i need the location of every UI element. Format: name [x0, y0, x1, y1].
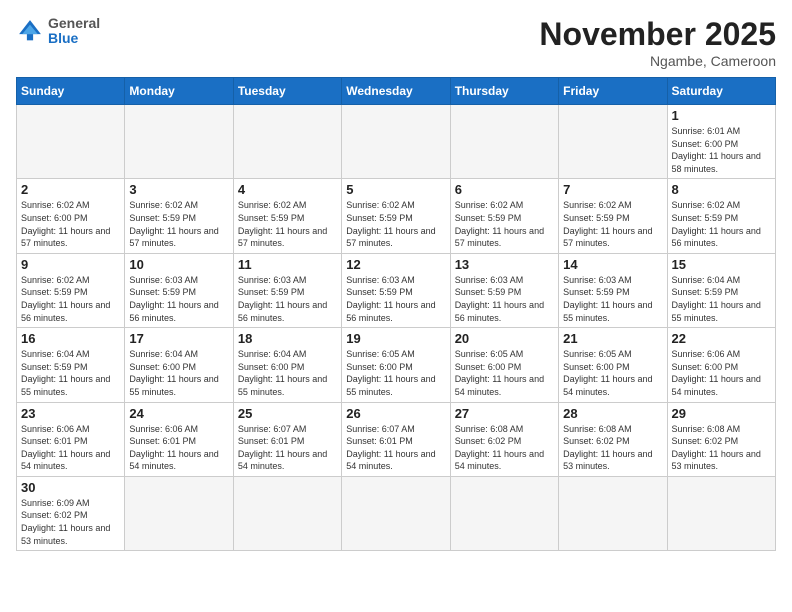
week-row-6: 30 Sunrise: 6:09 AMSunset: 6:02 PMDaylig… — [17, 476, 776, 550]
day-28: 28 Sunrise: 6:08 AMSunset: 6:02 PMDaylig… — [559, 402, 667, 476]
title-block: November 2025 Ngambe, Cameroon — [539, 16, 776, 69]
week-row-5: 23 Sunrise: 6:06 AMSunset: 6:01 PMDaylig… — [17, 402, 776, 476]
day-23: 23 Sunrise: 6:06 AMSunset: 6:01 PMDaylig… — [17, 402, 125, 476]
empty-cell — [125, 476, 233, 550]
week-row-2: 2 Sunrise: 6:02 AMSunset: 6:00 PMDayligh… — [17, 179, 776, 253]
header-thursday: Thursday — [450, 78, 558, 105]
sunset-val-1: 6:00 PM — [705, 139, 739, 149]
day-2: 2 Sunrise: 6:02 AMSunset: 6:00 PMDayligh… — [17, 179, 125, 253]
day-number-1: 1 — [672, 108, 771, 123]
header-tuesday: Tuesday — [233, 78, 341, 105]
header-sunday: Sunday — [17, 78, 125, 105]
empty-cell — [233, 105, 341, 179]
day-9: 9 Sunrise: 6:02 AMSunset: 5:59 PMDayligh… — [17, 253, 125, 327]
day-7: 7 Sunrise: 6:02 AMSunset: 5:59 PMDayligh… — [559, 179, 667, 253]
sunrise-val-1: 6:01 AM — [707, 126, 740, 136]
day-1: 1 Sunrise: 6:01 AM Sunset: 6:00 PM Dayli… — [667, 105, 775, 179]
day-13: 13 Sunrise: 6:03 AMSunset: 5:59 PMDaylig… — [450, 253, 558, 327]
week-row-1: 1 Sunrise: 6:01 AM Sunset: 6:00 PM Dayli… — [17, 105, 776, 179]
day-12: 12 Sunrise: 6:03 AMSunset: 5:59 PMDaylig… — [342, 253, 450, 327]
empty-cell — [559, 105, 667, 179]
header-monday: Monday — [125, 78, 233, 105]
day-25: 25 Sunrise: 6:07 AMSunset: 6:01 PMDaylig… — [233, 402, 341, 476]
empty-cell — [342, 476, 450, 550]
header-saturday: Saturday — [667, 78, 775, 105]
week-row-4: 16 Sunrise: 6:04 AMSunset: 5:59 PMDaylig… — [17, 328, 776, 402]
day-number-3: 3 — [129, 182, 228, 197]
day-number-7: 7 — [563, 182, 662, 197]
logo-blue-text: Blue — [48, 31, 100, 46]
month-title: November 2025 — [539, 16, 776, 53]
day-8: 8 Sunrise: 6:02 AMSunset: 5:59 PMDayligh… — [667, 179, 775, 253]
day-22: 22 Sunrise: 6:06 AMSunset: 6:00 PMDaylig… — [667, 328, 775, 402]
day-21: 21 Sunrise: 6:05 AMSunset: 6:00 PMDaylig… — [559, 328, 667, 402]
day-5: 5 Sunrise: 6:02 AMSunset: 5:59 PMDayligh… — [342, 179, 450, 253]
day-26: 26 Sunrise: 6:07 AMSunset: 6:01 PMDaylig… — [342, 402, 450, 476]
page-header: General Blue November 2025 Ngambe, Camer… — [16, 16, 776, 69]
day-14: 14 Sunrise: 6:03 AMSunset: 5:59 PMDaylig… — [559, 253, 667, 327]
day-info-1: Sunrise: 6:01 AM Sunset: 6:00 PM Dayligh… — [672, 125, 771, 175]
day-17: 17 Sunrise: 6:04 AMSunset: 6:00 PMDaylig… — [125, 328, 233, 402]
empty-cell — [559, 476, 667, 550]
empty-cell — [450, 105, 558, 179]
day-16: 16 Sunrise: 6:04 AMSunset: 5:59 PMDaylig… — [17, 328, 125, 402]
sunrise-label: Sunrise: — [672, 126, 705, 136]
day-4: 4 Sunrise: 6:02 AMSunset: 5:59 PMDayligh… — [233, 179, 341, 253]
day-3: 3 Sunrise: 6:02 AMSunset: 5:59 PMDayligh… — [125, 179, 233, 253]
day-number-5: 5 — [346, 182, 445, 197]
logo-icon — [16, 17, 44, 45]
calendar-table: Sunday Monday Tuesday Wednesday Thursday… — [16, 77, 776, 551]
week-row-3: 9 Sunrise: 6:02 AMSunset: 5:59 PMDayligh… — [17, 253, 776, 327]
day-number-2: 2 — [21, 182, 120, 197]
location-text: Ngambe, Cameroon — [539, 53, 776, 69]
header-friday: Friday — [559, 78, 667, 105]
sunset-label: Sunset: — [672, 139, 703, 149]
empty-cell — [450, 476, 558, 550]
empty-cell — [233, 476, 341, 550]
logo-general-text: General — [48, 16, 100, 31]
day-number-8: 8 — [672, 182, 771, 197]
day-30: 30 Sunrise: 6:09 AMSunset: 6:02 PMDaylig… — [17, 476, 125, 550]
day-24: 24 Sunrise: 6:06 AMSunset: 6:01 PMDaylig… — [125, 402, 233, 476]
empty-cell — [17, 105, 125, 179]
day-29: 29 Sunrise: 6:08 AMSunset: 6:02 PMDaylig… — [667, 402, 775, 476]
day-27: 27 Sunrise: 6:08 AMSunset: 6:02 PMDaylig… — [450, 402, 558, 476]
day-number-6: 6 — [455, 182, 554, 197]
day-number-4: 4 — [238, 182, 337, 197]
day-19: 19 Sunrise: 6:05 AMSunset: 6:00 PMDaylig… — [342, 328, 450, 402]
day-11: 11 Sunrise: 6:03 AMSunset: 5:59 PMDaylig… — [233, 253, 341, 327]
header-wednesday: Wednesday — [342, 78, 450, 105]
logo: General Blue — [16, 16, 100, 47]
day-15: 15 Sunrise: 6:04 AMSunset: 5:59 PMDaylig… — [667, 253, 775, 327]
day-6: 6 Sunrise: 6:02 AMSunset: 5:59 PMDayligh… — [450, 179, 558, 253]
empty-cell — [342, 105, 450, 179]
weekday-header-row: Sunday Monday Tuesday Wednesday Thursday… — [17, 78, 776, 105]
day-20: 20 Sunrise: 6:05 AMSunset: 6:00 PMDaylig… — [450, 328, 558, 402]
day-10: 10 Sunrise: 6:03 AMSunset: 5:59 PMDaylig… — [125, 253, 233, 327]
day-18: 18 Sunrise: 6:04 AMSunset: 6:00 PMDaylig… — [233, 328, 341, 402]
empty-cell — [125, 105, 233, 179]
empty-cell — [667, 476, 775, 550]
